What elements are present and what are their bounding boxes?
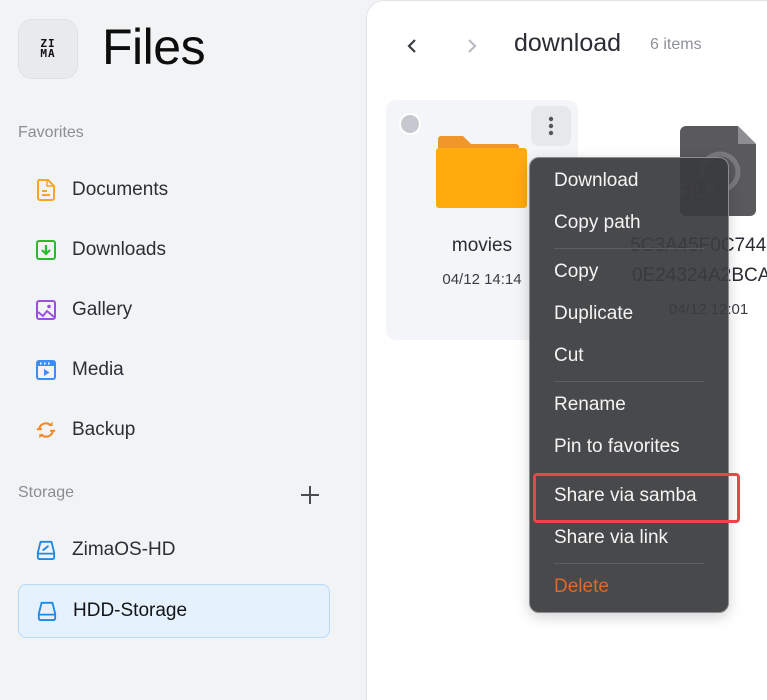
menu-item-delete[interactable]: Delete xyxy=(554,576,609,598)
sidebar-item-hdd-storage[interactable]: HDD-Storage xyxy=(18,584,330,638)
menu-divider xyxy=(554,248,704,249)
sidebar-item-media[interactable]: Media xyxy=(18,343,330,397)
sidebar-item-label: ZimaOS-HD xyxy=(72,539,176,560)
favorites-label: Favorites xyxy=(18,124,84,141)
sidebar-item-label: Gallery xyxy=(72,299,133,320)
drive-icon xyxy=(37,601,57,621)
more-options-button[interactable] xyxy=(531,106,571,146)
forward-button[interactable] xyxy=(457,31,487,61)
context-menu: Download Copy path Copy Duplicate Cut Re… xyxy=(529,157,729,613)
sidebar-item-downloads[interactable]: Downloads xyxy=(18,223,330,277)
sidebar-item-label: HDD-Storage xyxy=(73,600,188,621)
sidebar-item-label: Documents xyxy=(72,179,169,200)
download-icon xyxy=(36,240,56,260)
gallery-icon xyxy=(36,300,56,320)
media-icon xyxy=(36,360,56,380)
app-title: Files xyxy=(102,19,206,75)
sidebar-item-backup[interactable]: Backup xyxy=(18,403,330,457)
back-button[interactable] xyxy=(397,31,427,61)
sidebar-item-gallery[interactable]: Gallery xyxy=(18,283,330,337)
document-icon xyxy=(36,179,56,201)
menu-item-download[interactable]: Download xyxy=(554,170,639,192)
sidebar: ZI MA Files Favorites Documents Download… xyxy=(0,0,366,700)
menu-item-share-via-samba[interactable]: Share via samba xyxy=(554,485,697,507)
menu-item-cut[interactable]: Cut xyxy=(554,345,584,367)
sidebar-item-label: Backup xyxy=(72,419,136,440)
logo-text-line2: MA xyxy=(40,47,56,60)
menu-divider xyxy=(554,381,704,382)
backup-icon xyxy=(36,420,56,440)
sidebar-item-documents[interactable]: Documents xyxy=(18,163,330,217)
item-count: 6 items xyxy=(650,36,702,53)
add-storage-button[interactable] xyxy=(297,482,323,508)
menu-item-duplicate[interactable]: Duplicate xyxy=(554,303,633,325)
menu-item-rename[interactable]: Rename xyxy=(554,394,626,416)
more-vertical-icon xyxy=(548,116,554,136)
select-checkbox[interactable] xyxy=(399,113,421,135)
menu-divider xyxy=(554,563,704,564)
menu-item-pin-to-favorites[interactable]: Pin to favorites xyxy=(554,436,680,458)
system-drive-icon xyxy=(36,540,56,560)
menu-item-copy-path[interactable]: Copy path xyxy=(554,212,641,234)
sidebar-item-label: Downloads xyxy=(72,239,166,260)
menu-item-share-via-link[interactable]: Share via link xyxy=(554,527,668,549)
plus-icon xyxy=(301,486,319,504)
storage-label: Storage xyxy=(18,484,75,501)
chevron-right-icon xyxy=(468,39,477,53)
menu-item-copy[interactable]: Copy xyxy=(554,261,598,283)
chevron-left-icon xyxy=(407,39,416,53)
folder-icon xyxy=(436,136,527,208)
sidebar-item-zimaos-hd[interactable]: ZimaOS-HD xyxy=(18,523,330,577)
zima-logo: ZI MA xyxy=(18,19,78,79)
sidebar-item-label: Media xyxy=(72,359,124,380)
folder-title: download xyxy=(514,29,622,57)
